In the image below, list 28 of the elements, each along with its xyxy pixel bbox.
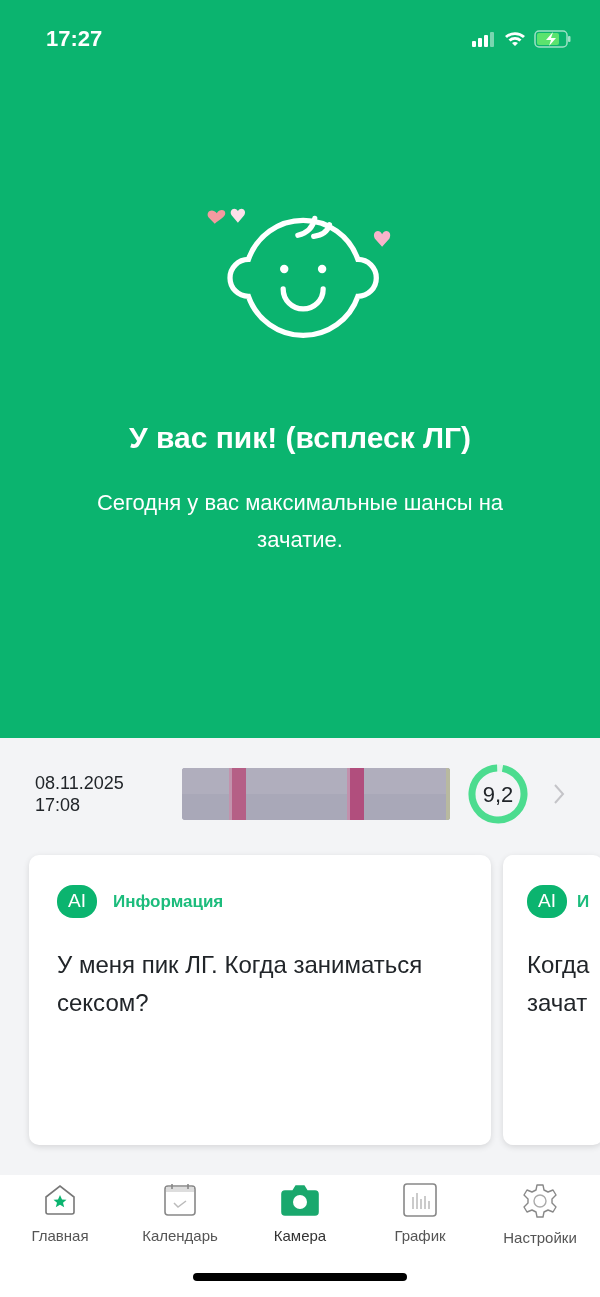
test-time: 17:08	[35, 794, 82, 817]
question-text: Когда зачат	[527, 949, 591, 1018]
tab-button[interactable]: Настройки	[480, 1175, 600, 1250]
ai-tag: AI	[527, 885, 567, 918]
tab-button[interactable]: График	[360, 1175, 480, 1250]
calendar-icon	[163, 1183, 197, 1217]
question-text: У меня пик ЛГ. Когда заниматься сексом?	[57, 949, 424, 1018]
hero-title: У вас пик! (всплеск ЛГ)	[127, 420, 473, 456]
category-label: И	[576, 890, 590, 913]
tab-button[interactable]: Главная	[0, 1175, 120, 1250]
score-value: 9,2	[481, 780, 515, 809]
battery-icon	[534, 29, 572, 48]
status-time: 17:27	[46, 25, 103, 53]
signal-icon	[472, 30, 496, 47]
tab-button[interactable]: Календарь	[120, 1175, 240, 1250]
settings-icon	[522, 1183, 558, 1219]
chevron-right-icon[interactable]	[553, 783, 565, 805]
camera-icon	[281, 1183, 319, 1217]
tab-button[interactable]: Камера	[240, 1175, 360, 1250]
chart-icon	[403, 1183, 437, 1217]
question-card[interactable]: AI И Когда зачат	[503, 855, 600, 1145]
question-card[interactable]: AI Информация У меня пик ЛГ. Когда заниматься сексом?	[29, 855, 491, 1145]
test-date: 08.11.2025	[35, 771, 125, 794]
ai-tag: AI	[57, 885, 97, 918]
wifi-icon	[504, 30, 526, 47]
category-label: Информация	[112, 890, 224, 913]
hero-subtitle: Сегодня у вас максимальные шансы на зачатие.	[95, 489, 505, 555]
home-icon	[43, 1183, 77, 1217]
